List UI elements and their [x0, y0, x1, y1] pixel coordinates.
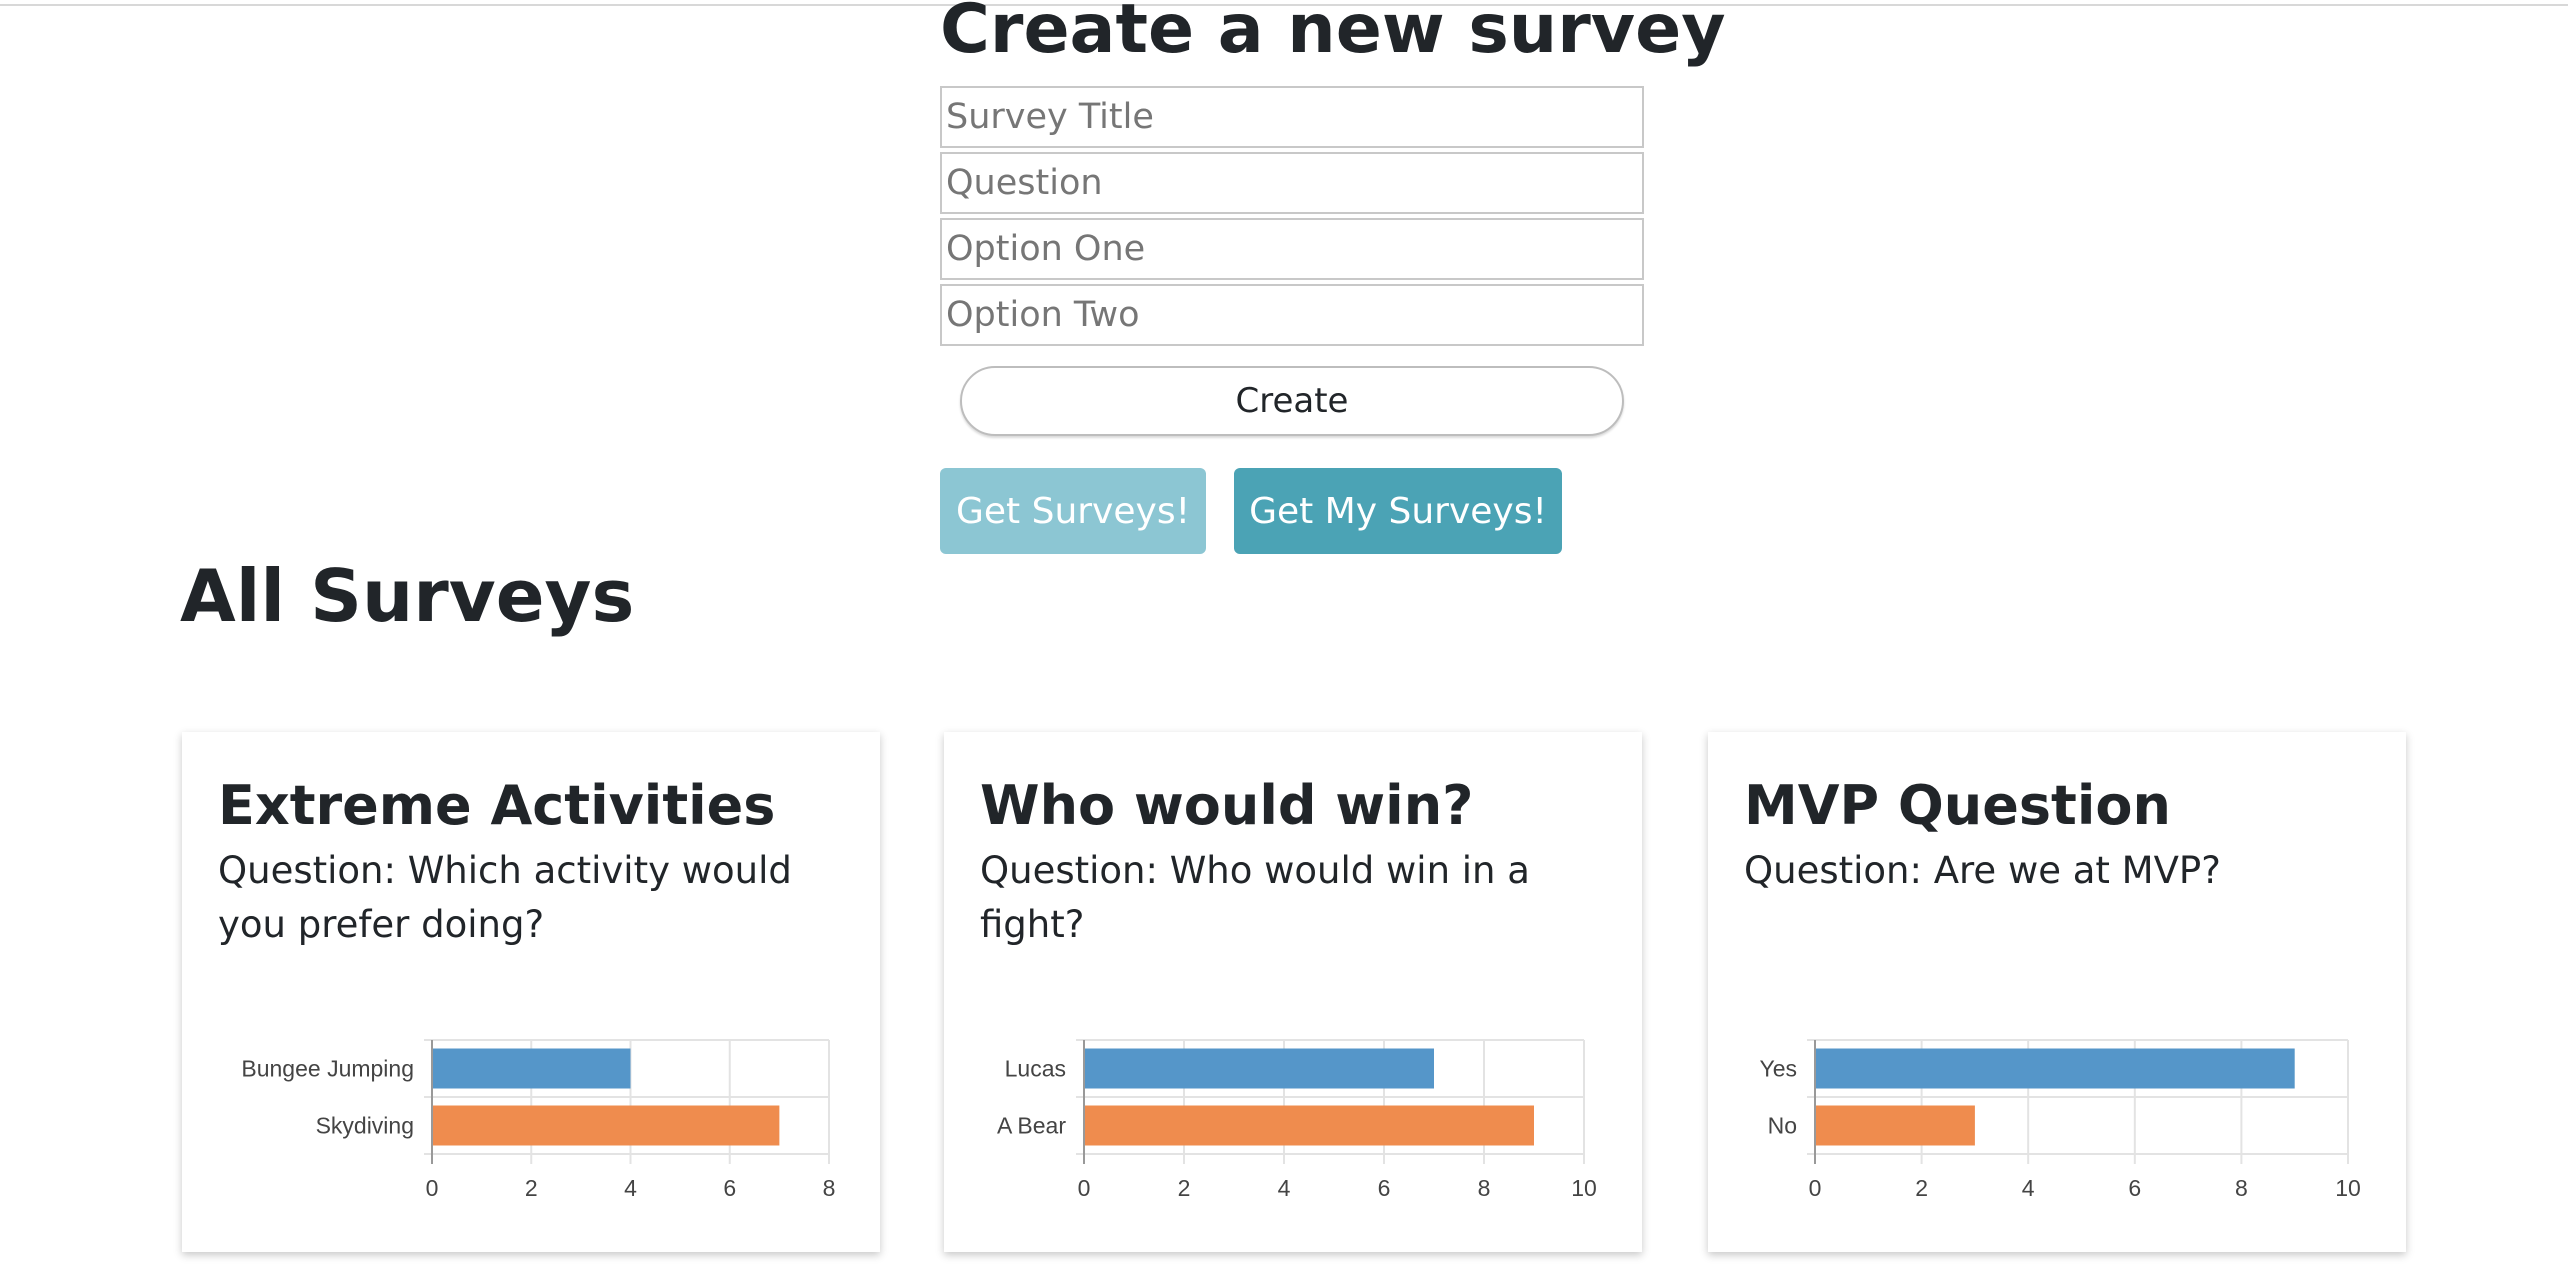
- survey-chart: Yes No 0 2 4 6 8 10: [1759, 1039, 2361, 1201]
- category-label: Yes: [1759, 1056, 1797, 1082]
- tick-label: 8: [823, 1175, 836, 1201]
- survey-card: Who would win? Question: Who would win i…: [944, 732, 1642, 1252]
- tick-label: 6: [1378, 1175, 1391, 1201]
- tick-label: 2: [1178, 1175, 1191, 1201]
- bar: [1815, 1048, 2295, 1089]
- category-label: A Bear: [997, 1113, 1066, 1139]
- survey-question: Question: Which activity would you prefe…: [218, 849, 792, 946]
- question-input[interactable]: [940, 152, 1644, 214]
- tick-label: 4: [624, 1175, 637, 1201]
- tick-label: 6: [2128, 1175, 2141, 1201]
- tick-label: 6: [723, 1175, 736, 1201]
- bar: [1815, 1105, 1975, 1146]
- tick-label: 8: [1478, 1175, 1491, 1201]
- form-fields: [940, 86, 1644, 346]
- bar: [1084, 1048, 1434, 1089]
- category-label: Skydiving: [316, 1113, 414, 1139]
- survey-title: Extreme Activities: [218, 774, 776, 837]
- option-one-input[interactable]: [940, 218, 1644, 280]
- category-label: Bungee Jumping: [241, 1056, 414, 1082]
- tick-label: 2: [525, 1175, 538, 1201]
- tick-label: 10: [2335, 1175, 2361, 1201]
- bar: [432, 1105, 780, 1146]
- option-two-input[interactable]: [940, 284, 1644, 346]
- category-label: Lucas: [1005, 1056, 1066, 1082]
- survey-question: Question: Are we at MVP?: [1744, 849, 2221, 892]
- get-my-surveys-button[interactable]: Get My Surveys!: [1234, 468, 1562, 554]
- survey-title: MVP Question: [1744, 774, 2171, 837]
- survey-question: Question: Who would win in a fight?: [980, 849, 1530, 946]
- tick-label: 0: [426, 1175, 439, 1201]
- survey-card: MVP Question Question: Are we at MVP? Ye…: [1708, 732, 2406, 1252]
- create-survey-title: Create a new survey: [940, 0, 1726, 69]
- survey-card: Extreme Activities Question: Which activ…: [182, 732, 880, 1252]
- tick-label: 0: [1809, 1175, 1822, 1201]
- bar: [432, 1048, 631, 1089]
- create-button[interactable]: Create: [960, 366, 1624, 436]
- survey-chart: Lucas A Bear 0 2 4 6 8 10: [997, 1039, 1597, 1201]
- all-surveys-heading: All Surveys: [180, 554, 635, 638]
- tick-label: 4: [1278, 1175, 1291, 1201]
- tick-label: 10: [1571, 1175, 1597, 1201]
- tick-label: 4: [2022, 1175, 2035, 1201]
- survey-title-input[interactable]: [940, 86, 1644, 148]
- category-label: No: [1768, 1113, 1797, 1139]
- survey-chart: Bungee Jumping Skydiving 0 2 4 6 8: [241, 1039, 836, 1201]
- get-surveys-button[interactable]: Get Surveys!: [940, 468, 1206, 554]
- tick-label: 8: [2235, 1175, 2248, 1201]
- tick-label: 0: [1078, 1175, 1091, 1201]
- create-survey-form: Create a new survey Create: [940, 0, 1726, 436]
- bar: [1084, 1105, 1534, 1146]
- survey-title: Who would win?: [980, 774, 1474, 837]
- tick-label: 2: [1915, 1175, 1928, 1201]
